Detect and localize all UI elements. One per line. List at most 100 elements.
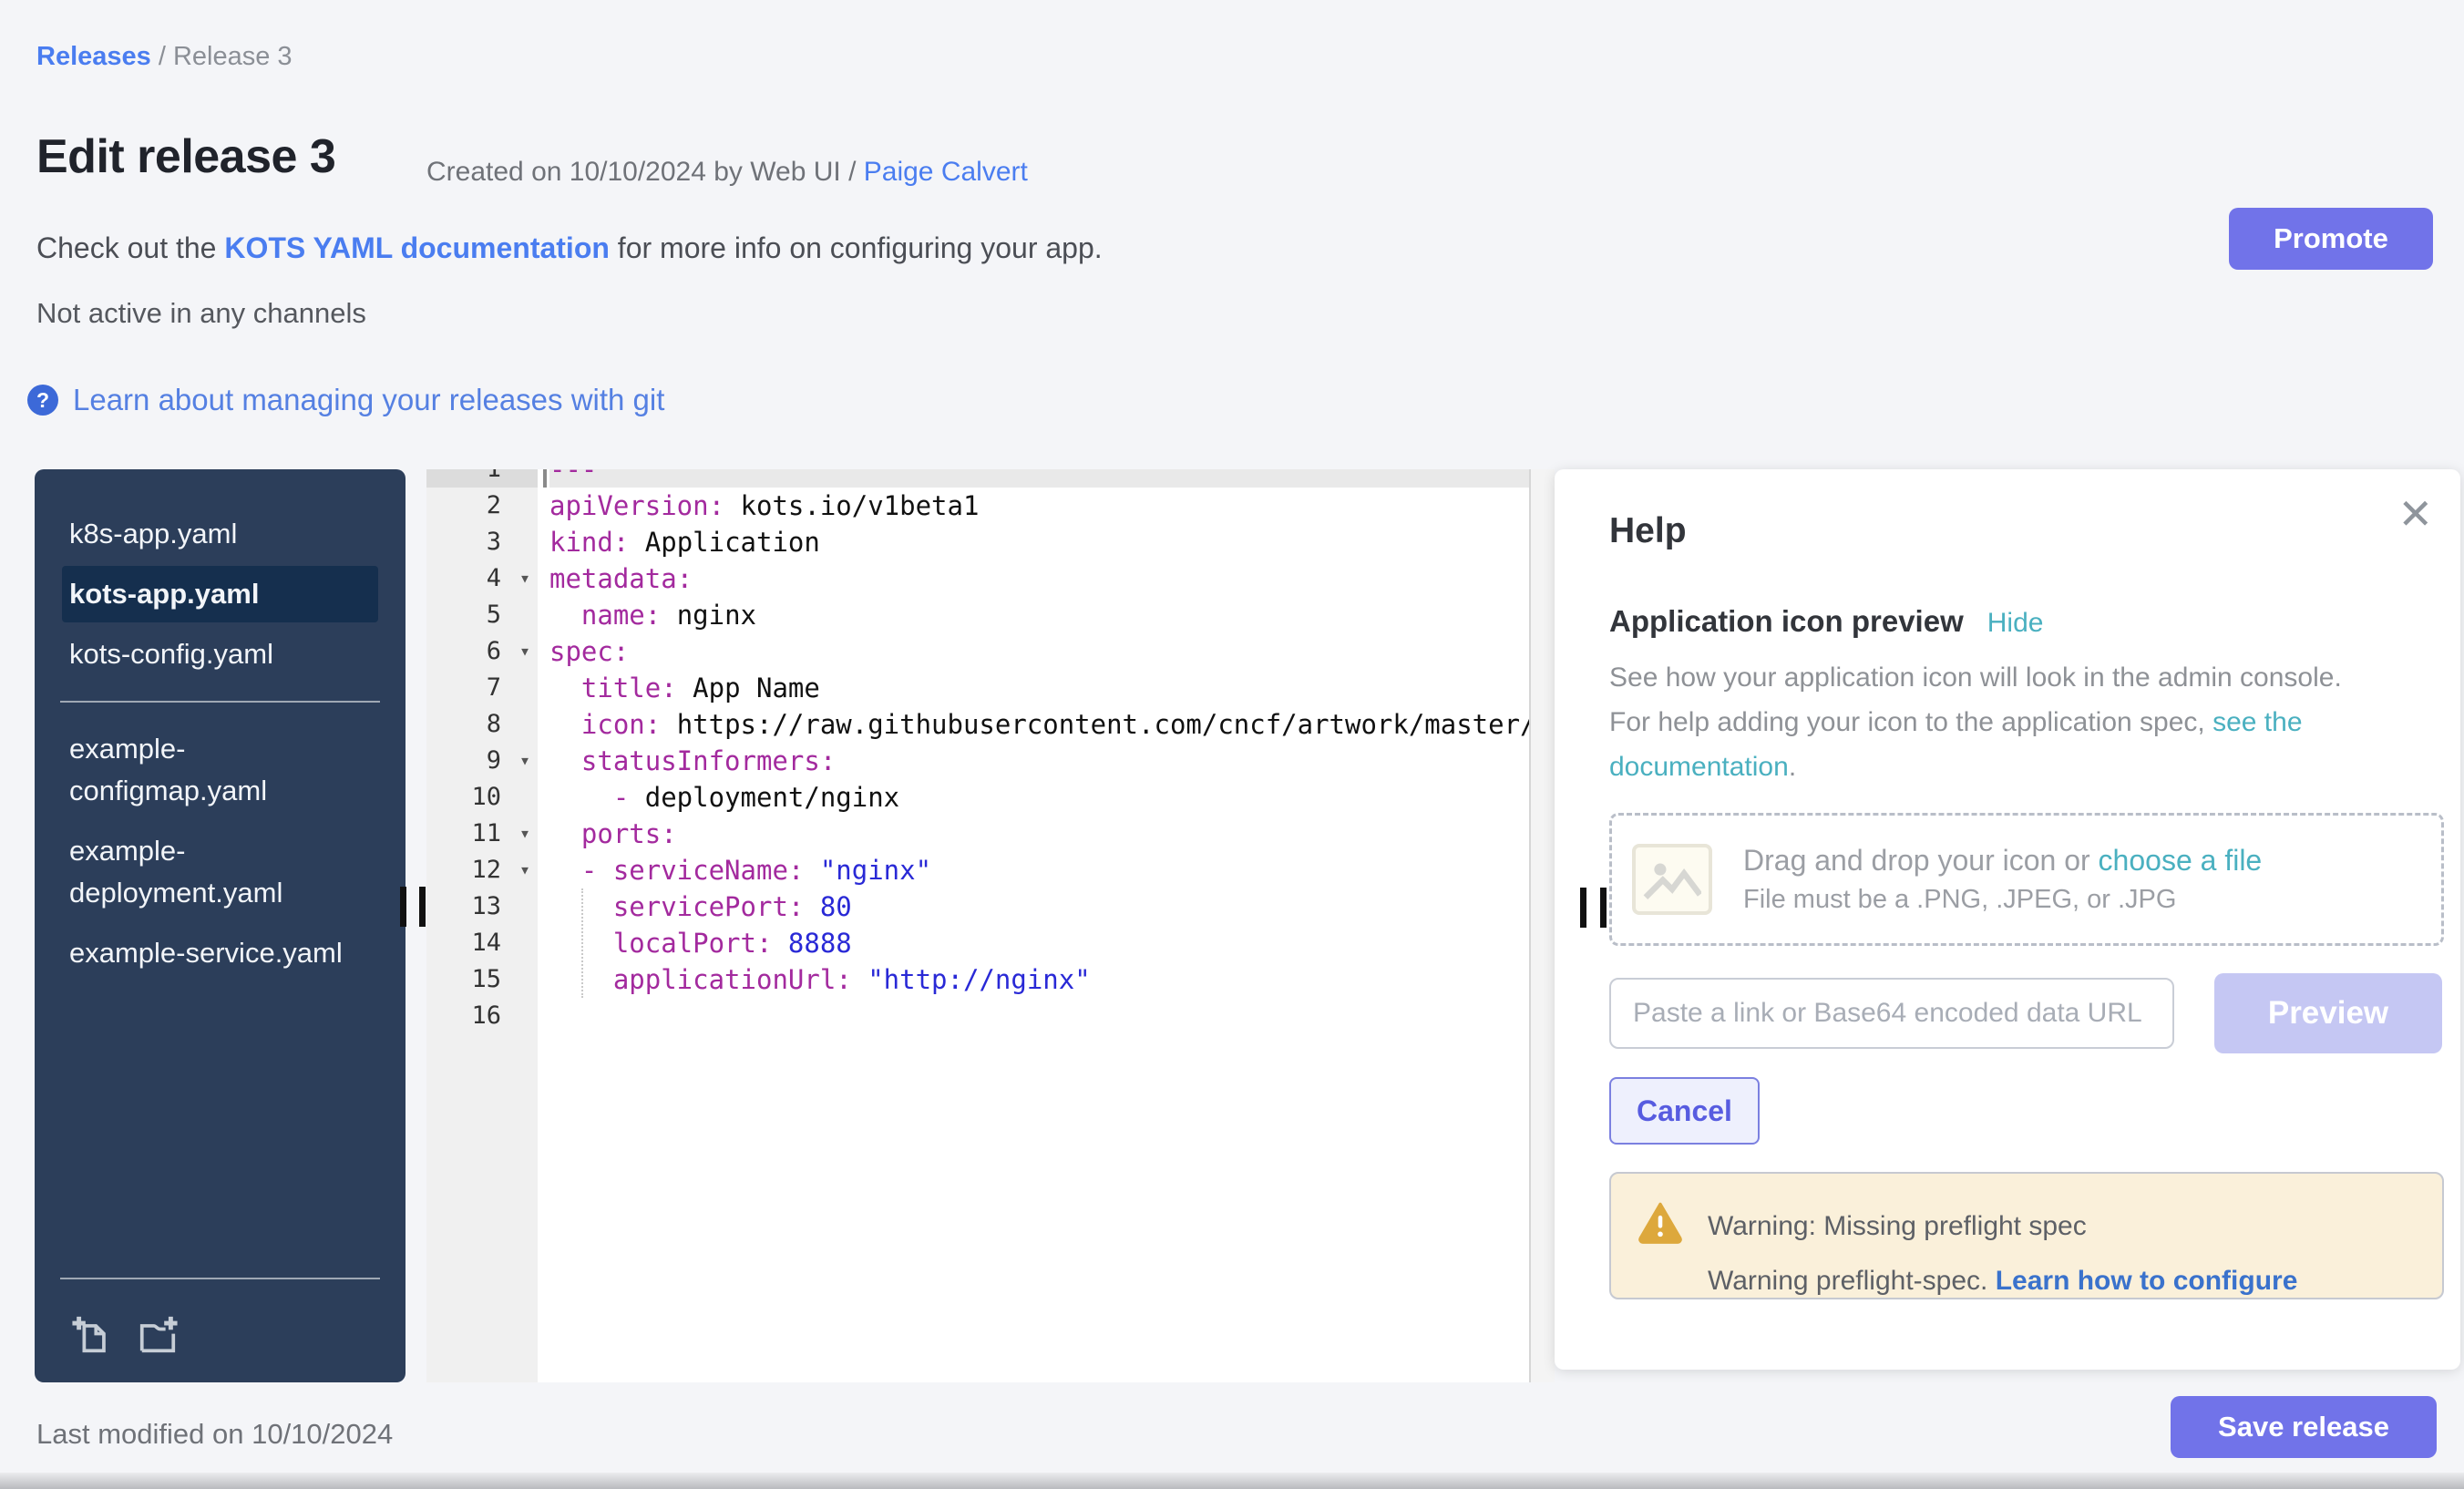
close-icon[interactable]: ✕ — [2397, 493, 2433, 535]
save-release-button[interactable]: Save release — [2171, 1396, 2437, 1458]
code-line-4[interactable]: metadata: — [549, 560, 1531, 597]
yaml-editor[interactable]: 1234▾56▾789▾1011▾12▾13141516 ---apiVersi… — [426, 469, 1555, 1382]
file-tree-bottom-divider — [60, 1278, 380, 1279]
file-tree-actions — [35, 1298, 406, 1382]
file-item-kots-config.yaml[interactable]: kots-config.yaml — [62, 626, 378, 683]
fold-toggle-icon[interactable]: ▾ — [519, 742, 530, 778]
fold-toggle-icon[interactable]: ▾ — [519, 815, 530, 851]
new-folder-icon[interactable] — [137, 1314, 179, 1361]
line-number: 2 — [487, 491, 501, 519]
breadcrumb-link-releases[interactable]: Releases — [36, 42, 151, 71]
code-line-13[interactable]: servicePort: 80 — [549, 888, 1531, 925]
help-panel-resize-handle[interactable] — [1600, 888, 1607, 928]
editor-code-lines: ---apiVersion: kots.io/v1beta1kind: Appl… — [538, 469, 1531, 1034]
line-number: 4 — [487, 564, 501, 592]
icon-dropzone[interactable]: Drag and drop your icon or choose a file… — [1609, 813, 2444, 946]
file-group-divider — [60, 701, 380, 703]
created-text: Created on 10/10/2024 by Web UI / — [426, 157, 864, 187]
gutter-line-3: 3 — [426, 524, 538, 560]
breadcrumb-separator: / — [151, 42, 173, 71]
line-number: 5 — [487, 601, 501, 629]
code-line-6[interactable]: spec: — [549, 633, 1531, 670]
question-circle-icon[interactable]: ? — [27, 385, 58, 416]
gutter-line-15: 15 — [426, 961, 538, 998]
line-number: 12 — [471, 856, 501, 884]
image-placeholder-icon — [1632, 844, 1712, 915]
code-line-14[interactable]: localPort: 8888 — [549, 925, 1531, 961]
line-number: 10 — [471, 783, 501, 811]
gutter-line-1: 1 — [426, 469, 538, 488]
gutter-line-2: 2 — [426, 488, 538, 524]
promote-button[interactable]: Promote — [2229, 208, 2433, 270]
dropzone-hint: File must be a .PNG, .JPEG, or .JPG — [1743, 885, 2262, 915]
warning-title: Warning: Missing preflight spec — [1708, 1199, 2297, 1254]
gutter-line-7: 7 — [426, 670, 538, 706]
gutter-line-11: 11▾ — [426, 816, 538, 852]
file-group: example-configmap.yamlexample-deployment… — [35, 721, 406, 981]
code-line-16[interactable] — [549, 998, 1531, 1034]
created-author-link[interactable]: Paige Calvert — [864, 157, 1028, 187]
choose-file-link[interactable]: choose a file — [2099, 844, 2263, 877]
fold-toggle-icon[interactable]: ▾ — [519, 851, 530, 888]
line-number: 1 — [487, 469, 501, 483]
line-number: 15 — [471, 965, 501, 993]
help-panel: ✕ Help Application icon preview Hide See… — [1555, 469, 2460, 1370]
new-file-icon[interactable] — [71, 1314, 113, 1361]
editor-scrollbar[interactable] — [1529, 469, 1555, 1382]
last-modified-text: Last modified on 10/10/2024 — [36, 1418, 393, 1451]
editor-code-area[interactable]: ---apiVersion: kots.io/v1beta1kind: Appl… — [538, 469, 1531, 1382]
created-line: Created on 10/10/2024 by Web UI / Paige … — [426, 157, 1028, 188]
code-line-11[interactable]: ports: — [549, 816, 1531, 852]
icon-url-input[interactable] — [1609, 978, 2174, 1049]
sidebar-resize-handle[interactable] — [419, 887, 426, 927]
help-panel-title: Help — [1609, 511, 2444, 551]
line-number: 7 — [487, 673, 501, 702]
file-item-example-deployment.yaml[interactable]: example-deployment.yaml — [62, 823, 378, 921]
preflight-warning-box: Warning: Missing preflight spec Warning … — [1609, 1172, 2444, 1299]
learn-configure-link[interactable]: Learn how to configure — [1996, 1266, 2298, 1296]
file-tree-groups: k8s-app.yamlkots-app.yamlkots-config.yam… — [35, 502, 406, 985]
git-help-row: ? Learn about managing your releases wit… — [27, 383, 664, 417]
breadcrumb-current: Release 3 — [173, 42, 293, 71]
file-tree-sidebar: k8s-app.yamlkots-app.yamlkots-config.yam… — [35, 469, 406, 1382]
gutter-line-8: 8 — [426, 706, 538, 743]
code-line-8[interactable]: icon: https://raw.githubusercontent.com/… — [549, 706, 1531, 743]
gutter-line-16: 16 — [426, 998, 538, 1034]
code-line-7[interactable]: title: App Name — [549, 670, 1531, 706]
line-number: 13 — [471, 892, 501, 920]
gutter-line-10: 10 — [426, 779, 538, 816]
code-line-3[interactable]: kind: Application — [549, 524, 1531, 560]
file-item-k8s-app.yaml[interactable]: k8s-app.yaml — [62, 506, 378, 562]
file-item-example-configmap.yaml[interactable]: example-configmap.yaml — [62, 721, 378, 819]
file-item-kots-app.yaml[interactable]: kots-app.yaml — [62, 566, 378, 622]
docs-note-suffix: for more info on configuring your app. — [610, 231, 1103, 264]
description-period: . — [1789, 752, 1796, 782]
git-help-link[interactable]: Learn about managing your releases with … — [73, 383, 664, 417]
code-line-12[interactable]: - serviceName: "nginx" — [549, 852, 1531, 888]
code-line-1[interactable]: --- — [549, 469, 1531, 488]
hide-link[interactable]: Hide — [1987, 608, 2044, 639]
sidebar-resize-handle[interactable] — [400, 887, 406, 927]
line-number: 14 — [471, 929, 501, 957]
gutter-line-6: 6▾ — [426, 633, 538, 670]
editor-gutter-lines: 1234▾56▾789▾1011▾12▾13141516 — [426, 469, 538, 1034]
line-number: 6 — [487, 637, 501, 665]
file-item-example-service.yaml[interactable]: example-service.yaml — [62, 925, 378, 981]
text-cursor — [543, 469, 547, 488]
code-line-10[interactable]: - deployment/nginx — [549, 779, 1531, 816]
cancel-button[interactable]: Cancel — [1609, 1077, 1760, 1145]
help-panel-resize-handle[interactable] — [1580, 888, 1586, 928]
page-title: Edit release 3 — [36, 129, 335, 184]
fold-toggle-icon[interactable]: ▾ — [519, 560, 530, 596]
indent-guide — [581, 888, 583, 998]
gutter-line-14: 14 — [426, 925, 538, 961]
kots-yaml-docs-link[interactable]: KOTS YAML documentation — [224, 231, 610, 264]
preview-button[interactable]: Preview — [2214, 973, 2442, 1053]
line-number: 16 — [471, 1001, 501, 1030]
docs-note-prefix: Check out the — [36, 231, 224, 264]
code-line-2[interactable]: apiVersion: kots.io/v1beta1 — [549, 488, 1531, 524]
fold-toggle-icon[interactable]: ▾ — [519, 632, 530, 669]
code-line-9[interactable]: statusInformers: — [549, 743, 1531, 779]
code-line-5[interactable]: name: nginx — [549, 597, 1531, 633]
code-line-15[interactable]: applicationUrl: "http://nginx" — [549, 961, 1531, 998]
